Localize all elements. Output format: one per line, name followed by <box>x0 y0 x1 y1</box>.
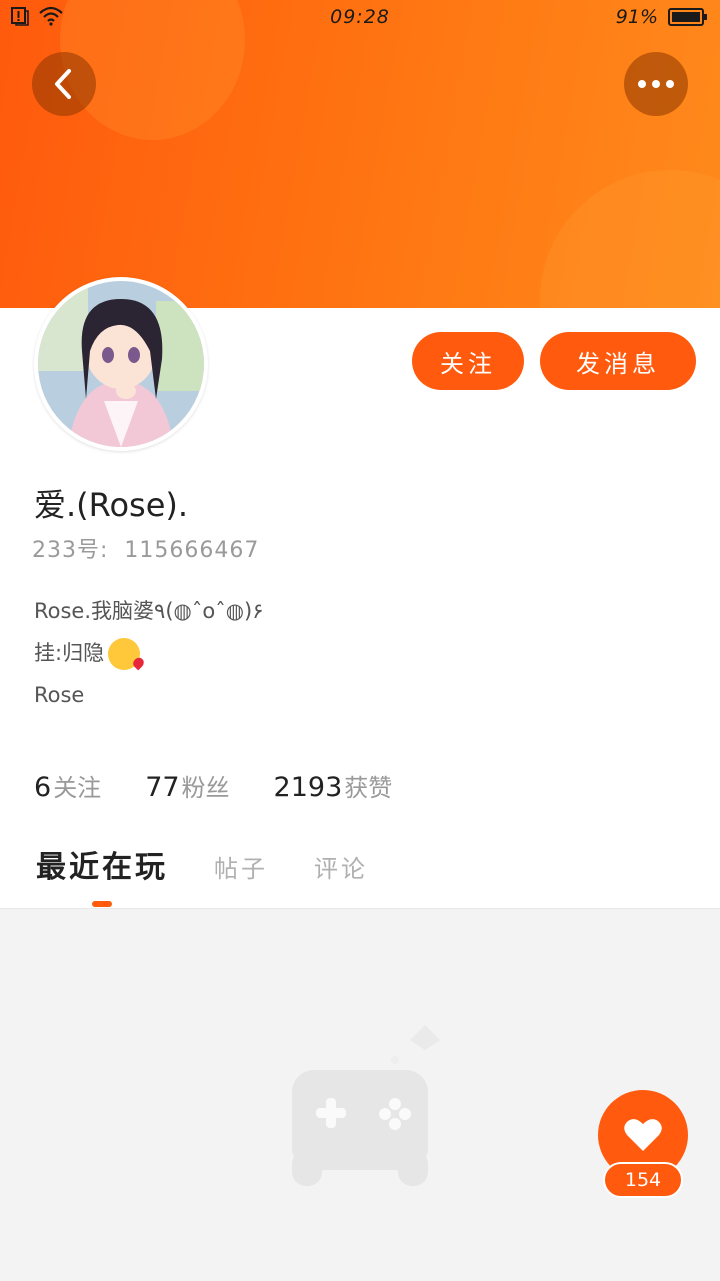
stat-label: 关注 <box>53 774 102 802</box>
active-tab-indicator <box>92 901 112 907</box>
like-count-badge: 154 <box>603 1162 683 1198</box>
kissing-face-emoji-icon <box>108 638 141 670</box>
stat-value: 2193 <box>273 772 343 803</box>
bio-line: Rose <box>34 683 85 707</box>
chevron-left-icon <box>55 69 71 99</box>
battery-percent: 91% <box>615 6 658 28</box>
profile-stats: 6关注 77粉丝 2193获赞 <box>34 768 392 803</box>
user-id: 233号: 115666467 <box>32 532 259 564</box>
back-button[interactable] <box>32 52 96 116</box>
avatar[interactable] <box>34 277 208 451</box>
avatar-image <box>38 281 204 447</box>
heart-icon <box>624 1119 662 1151</box>
stat-likes: 2193获赞 <box>274 768 393 803</box>
status-bar: 09:28 91% <box>0 0 720 36</box>
battery-icon <box>668 8 707 26</box>
stat-label: 粉丝 <box>181 774 230 802</box>
profile-header-banner <box>0 0 720 308</box>
bio-line: Rose.我脑婆٩(◍ˆoˆ◍)۶ <box>34 599 264 623</box>
send-message-button[interactable]: 发消息 <box>540 332 696 390</box>
stat-label: 获赞 <box>344 774 393 802</box>
stat-followers[interactable]: 77粉丝 <box>145 768 229 803</box>
tab-comments[interactable]: 评论 <box>314 849 368 884</box>
tab-posts[interactable]: 帖子 <box>214 849 268 884</box>
decorative-bubble <box>540 170 720 308</box>
profile-tabs: 最近在玩 帖子 评论 <box>36 842 368 886</box>
bio-line: 挂:归隐 <box>34 641 105 665</box>
stat-following[interactable]: 6关注 <box>34 768 101 803</box>
status-time: 09:28 <box>330 6 390 28</box>
more-horizontal-icon <box>638 80 674 88</box>
profile-name: 爱.(Rose). <box>34 486 189 524</box>
like-floating-button[interactable]: 154 <box>598 1090 688 1200</box>
gamepad-icon <box>292 1025 440 1186</box>
stat-value: 6 <box>34 772 52 803</box>
follow-button[interactable]: 关注 <box>412 332 524 390</box>
more-options-button[interactable] <box>624 52 688 116</box>
stat-value: 77 <box>145 772 180 803</box>
user-id-label: 233号: <box>32 538 109 563</box>
profile-bio: Rose.我脑婆٩(◍ˆoˆ◍)۶ 挂:归隐 Rose <box>34 590 264 716</box>
tab-recently-played[interactable]: 最近在玩 <box>36 842 168 886</box>
user-id-value: 115666467 <box>124 538 260 563</box>
